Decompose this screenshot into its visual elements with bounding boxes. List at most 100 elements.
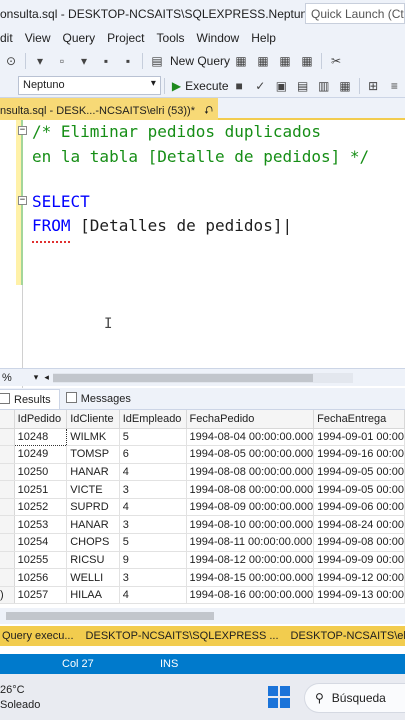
- row-number-cell[interactable]: [0, 463, 15, 482]
- column-header[interactable]: FechaEntrega: [313, 410, 405, 429]
- results-grid[interactable]: IdPedido IdCliente IdEmpleado FechaPedid…: [0, 410, 405, 608]
- dmx-query-icon[interactable]: ▦: [255, 53, 271, 69]
- table-cell[interactable]: 1994-08-08 00:00:00.000: [186, 480, 315, 499]
- table-cell[interactable]: RICSU: [66, 551, 120, 570]
- table-cell[interactable]: WILMK: [66, 428, 120, 447]
- table-cell[interactable]: 1994-09-16 00:00: [313, 445, 405, 464]
- query-editor[interactable]: − − /* Eliminar pedidos duplicados en la…: [0, 120, 405, 425]
- table-cell[interactable]: 1994-08-24 00:00: [313, 515, 405, 535]
- row-number-cell[interactable]: [0, 551, 15, 570]
- table-cell[interactable]: CHOPS: [66, 533, 120, 552]
- table-row[interactable]: 10251 VICTE 3 1994-08-08 00:00:00.000 1994-0…: [0, 480, 405, 499]
- editor-horizontal-scrollbar[interactable]: [52, 372, 353, 383]
- table-cell[interactable]: 1994-08-12 00:00:00.000: [186, 551, 315, 570]
- table-cell[interactable]: 3: [119, 480, 187, 499]
- table-cell[interactable]: 1994-08-15 00:00:00.000: [186, 568, 315, 587]
- pin-icon[interactable]: ⮏: [204, 105, 213, 117]
- table-cell[interactable]: 1994-08-10 00:00:00.000: [186, 515, 315, 535]
- column-header[interactable]: IdPedido: [14, 410, 68, 429]
- row-number-cell[interactable]: [0, 533, 15, 552]
- results-horizontal-scrollbar[interactable]: [0, 608, 405, 624]
- tab-messages[interactable]: Messages: [60, 389, 139, 409]
- new-query-button[interactable]: New Query: [170, 54, 230, 68]
- menu-help[interactable]: Help: [251, 31, 286, 45]
- results-to-text-icon[interactable]: ▥: [316, 78, 331, 94]
- table-cell[interactable]: 10256: [14, 568, 68, 587]
- column-header[interactable]: IdEmpleado: [119, 410, 187, 429]
- table-cell[interactable]: 1994-09-01 00:00: [313, 428, 405, 447]
- new-query-icon[interactable]: ▤: [149, 53, 165, 69]
- tab-results[interactable]: Results: [0, 389, 60, 409]
- parse-check-icon[interactable]: ✓: [253, 78, 268, 94]
- table-cell[interactable]: 5: [119, 428, 187, 447]
- scroll-left-icon[interactable]: ◂: [44, 372, 49, 383]
- comment-out-icon[interactable]: ≡: [387, 78, 402, 94]
- table-cell[interactable]: 10254: [14, 533, 68, 552]
- open-file-icon[interactable]: ▾: [76, 53, 92, 69]
- table-cell[interactable]: 10248: [13, 427, 68, 447]
- row-number-cell[interactable]: [0, 480, 15, 499]
- stop-icon[interactable]: ■: [232, 78, 247, 94]
- table-cell[interactable]: 1994-09-05 00:00: [313, 480, 405, 499]
- quick-launch-input[interactable]: Quick Launch (Ctrl+: [305, 3, 405, 24]
- table-cell[interactable]: 1994-08-04 00:00:00.000: [186, 428, 315, 447]
- table-cell[interactable]: 1994-08-09 00:00:00.000: [186, 498, 315, 517]
- taskbar-search[interactable]: ⚲ Búsqueda: [304, 683, 405, 713]
- row-number-cell[interactable]: ): [0, 586, 15, 605]
- table-cell[interactable]: 3: [119, 568, 187, 587]
- table-cell[interactable]: WELLI: [66, 568, 120, 587]
- table-cell[interactable]: HANAR: [66, 463, 120, 482]
- table-cell[interactable]: 1994-08-16 00:00:00.000: [186, 586, 315, 605]
- scrollbar-thumb[interactable]: [6, 612, 214, 620]
- query-options-icon[interactable]: ▤: [295, 78, 310, 94]
- collapse-comment-icon[interactable]: −: [18, 126, 27, 135]
- table-cell[interactable]: 1994-09-05 00:00: [313, 463, 405, 482]
- table-row[interactable]: 10255 RICSU 9 1994-08-12 00:00:00.000 1994-0…: [0, 551, 405, 570]
- windows-start-icon[interactable]: [268, 686, 290, 708]
- table-cell[interactable]: 1994-09-12 00:00: [313, 568, 405, 587]
- available-databases-select[interactable]: Neptuno ▾: [18, 76, 161, 95]
- row-number-cell[interactable]: [0, 428, 15, 447]
- table-cell[interactable]: 4: [119, 586, 187, 605]
- table-cell[interactable]: 1994-09-09 00:00: [313, 551, 405, 570]
- row-number-cell[interactable]: [0, 445, 15, 464]
- table-cell[interactable]: 1994-08-05 00:00:00.000: [186, 445, 315, 464]
- menu-project[interactable]: Project: [107, 31, 154, 45]
- table-cell[interactable]: 10253: [14, 515, 68, 535]
- table-row[interactable]: 10254 CHOPS 5 1994-08-11 00:00:00.000 1994-0…: [0, 533, 405, 552]
- menu-window[interactable]: Window: [197, 31, 250, 45]
- table-cell[interactable]: HANAR: [66, 515, 120, 535]
- dax-query-icon[interactable]: ▦: [299, 53, 315, 69]
- table-cell[interactable]: 1994-08-11 00:00:00.000: [186, 533, 315, 552]
- scrollbar-thumb[interactable]: [52, 373, 313, 382]
- table-cell[interactable]: 10255: [14, 551, 68, 570]
- new-file-icon[interactable]: ▫: [54, 53, 70, 69]
- display-plan-icon[interactable]: ▣: [274, 78, 289, 94]
- weather-widget[interactable]: 26°C Soleado: [0, 683, 40, 713]
- table-cell[interactable]: 1994-09-06 00:00: [313, 498, 405, 517]
- menu-query[interactable]: Query: [62, 31, 105, 45]
- table-cell[interactable]: 4: [119, 463, 187, 482]
- xmla-query-icon[interactable]: ▦: [277, 53, 293, 69]
- row-number-cell[interactable]: [0, 498, 15, 517]
- execute-button[interactable]: ▶ Execute: [172, 79, 229, 93]
- collapse-select-icon[interactable]: −: [18, 196, 27, 205]
- table-cell[interactable]: 10252: [14, 498, 68, 517]
- table-cell[interactable]: 6: [119, 445, 187, 464]
- table-row[interactable]: ) 10257 HILAA 4 1994-08-16 00:00:00.000 1994-…: [0, 586, 405, 605]
- table-cell[interactable]: 4: [119, 498, 187, 517]
- table-cell[interactable]: 5: [119, 533, 187, 552]
- menu-view[interactable]: View: [25, 31, 61, 45]
- menu-edit[interactable]: dit: [0, 31, 23, 45]
- table-row[interactable]: 10250 HANAR 4 1994-08-08 00:00:00.000 1994-0…: [0, 463, 405, 482]
- column-header[interactable]: IdCliente: [66, 410, 120, 429]
- menu-tools[interactable]: Tools: [157, 31, 195, 45]
- table-cell[interactable]: 10251: [14, 480, 68, 499]
- table-cell[interactable]: 1994-08-08 00:00:00.000: [186, 463, 315, 482]
- save-icon[interactable]: ▪: [98, 53, 114, 69]
- table-row[interactable]: 10253 HANAR 3 1994-08-10 00:00:00.000 1994-0…: [0, 515, 405, 535]
- table-cell[interactable]: 3: [119, 515, 187, 535]
- table-row[interactable]: 10256 WELLI 3 1994-08-15 00:00:00.000 1994-0…: [0, 568, 405, 587]
- chevron-down-icon[interactable]: ▾: [34, 372, 39, 383]
- zoom-level[interactable]: %: [0, 372, 12, 384]
